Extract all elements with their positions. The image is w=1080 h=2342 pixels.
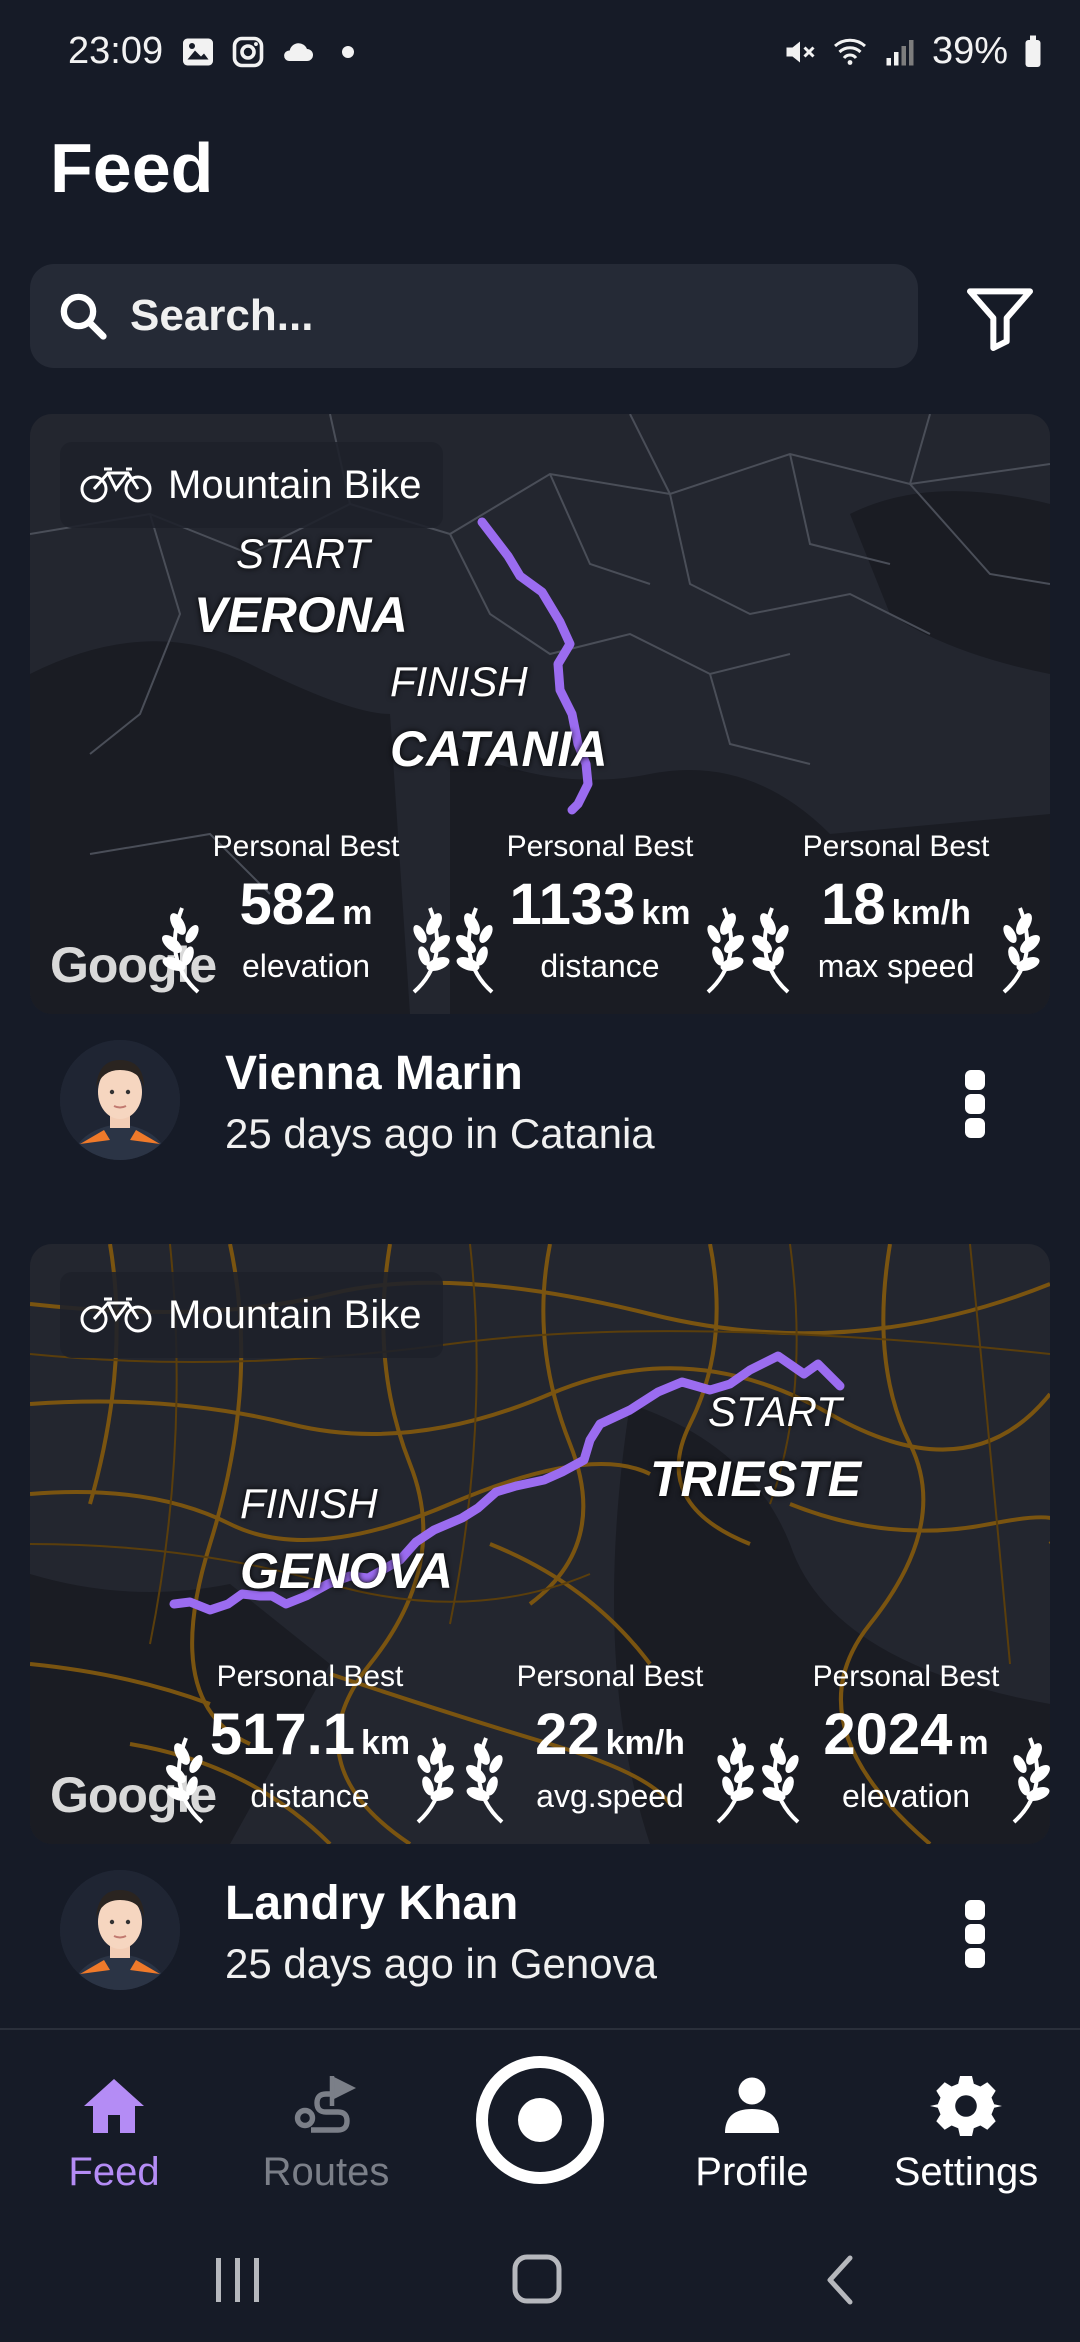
home-button-icon[interactable] <box>510 2252 566 2308</box>
finish-city: CATANIA <box>390 721 608 777</box>
finish-city: GENOVA <box>240 1543 453 1599</box>
laurel-icon <box>1012 1737 1050 1824</box>
system-status-icons: 39% <box>782 30 1044 73</box>
finish-label: FINISH <box>390 658 528 705</box>
home-icon <box>84 2079 144 2133</box>
stat-item: Personal Best 22 km/h avg.speed <box>460 1660 760 1824</box>
system-navigation-bar <box>0 2240 1080 2320</box>
recent-apps-icon[interactable] <box>210 2254 266 2306</box>
finish-label: FINISH <box>240 1480 378 1527</box>
laurel-icon <box>162 907 200 994</box>
user-name[interactable]: Vienna Marin <box>225 1046 523 1101</box>
stat-value: 517.1 <box>209 1702 355 1767</box>
search-input[interactable] <box>128 290 892 342</box>
more-options-icon[interactable] <box>955 1064 995 1144</box>
stat-value: 2024 <box>823 1702 953 1767</box>
laurel-icon <box>706 907 744 994</box>
bottom-navigation: Feed Routes Profile Settings <box>0 2028 1080 2342</box>
stat-value: 18 <box>821 872 886 937</box>
stat-unit: km <box>641 894 691 932</box>
back-icon[interactable] <box>820 2252 860 2308</box>
nav-feed[interactable]: Feed <box>14 2070 214 2195</box>
stat-badge: Personal Best <box>802 830 990 863</box>
stat-item: Personal Best 517.1 km distance <box>160 1660 460 1824</box>
signal-icon <box>886 39 914 65</box>
activity-type-chip: Mountain Bike <box>60 1272 444 1358</box>
start-city: TRIESTE <box>650 1451 862 1507</box>
activity-meta: 25 days ago in Catania <box>225 1110 655 1157</box>
stat-badge: Personal Best <box>216 1660 404 1693</box>
bike-icon <box>80 467 152 503</box>
user-name[interactable]: Landry Khan <box>225 1876 518 1931</box>
cloud-icon <box>284 43 313 61</box>
activity-card[interactable]: Mountain Bike START VERONA FINISH CATANI… <box>30 414 1050 1014</box>
avatar-image <box>60 1870 180 1990</box>
search-bar[interactable] <box>30 264 918 368</box>
stat-value: 22 <box>535 1702 600 1767</box>
stat-unit: m <box>958 1724 989 1762</box>
mute-icon <box>786 41 815 62</box>
stat-value: 582 <box>239 872 337 937</box>
stat-unit: km/h <box>891 894 971 932</box>
dot-icon <box>342 46 354 58</box>
nav-profile[interactable]: Profile <box>652 2070 852 2195</box>
record-dot-icon <box>518 2098 562 2142</box>
nav-settings-label: Settings <box>893 2150 1039 2194</box>
person-icon <box>725 2077 779 2133</box>
more-options-icon[interactable] <box>955 1894 995 1974</box>
laurel-icon <box>166 1737 204 1824</box>
nav-settings[interactable]: Settings <box>866 2070 1066 2195</box>
avatar-image <box>60 1040 180 1160</box>
start-label: START <box>708 1388 842 1435</box>
activity-card[interactable]: Mountain Bike START TRIESTE FINISH GENOV… <box>30 1244 1050 1844</box>
stat-item: Personal Best 582 m elevation <box>156 830 456 994</box>
instagram-icon <box>232 36 264 68</box>
gear-icon <box>930 2076 1002 2136</box>
status-time: 23:09 <box>68 30 164 72</box>
page-title: Feed <box>50 129 214 207</box>
bike-icon <box>80 1297 152 1333</box>
nav-profile-label: Profile <box>695 2150 809 2194</box>
record-button[interactable] <box>476 2056 604 2184</box>
wifi-icon <box>833 38 866 65</box>
route-icon <box>294 2076 356 2133</box>
stat-badge: Personal Best <box>212 830 400 863</box>
activity-type-label: Mountain Bike <box>168 462 422 507</box>
activity-type-chip: Mountain Bike <box>60 442 444 528</box>
activity-type-label: Mountain Bike <box>168 1292 422 1337</box>
laurel-icon <box>466 1737 504 1824</box>
status-bar: 23:09 39% <box>0 0 1080 110</box>
notification-icons <box>180 34 366 70</box>
stat-item: Personal Best 1133 km distance <box>450 830 750 994</box>
activity-author[interactable]: Landry Khan 25 days ago in Genova <box>0 1846 1080 2016</box>
battery-percent: 39% <box>931 30 1008 72</box>
start-label: START <box>236 530 370 577</box>
search-icon <box>60 293 107 340</box>
avatar[interactable] <box>60 1870 180 1990</box>
battery-icon <box>1025 35 1041 67</box>
stat-unit: m <box>342 894 373 932</box>
laurel-icon <box>456 907 494 994</box>
filter-icon[interactable] <box>960 278 1040 358</box>
laurel-icon <box>752 907 790 994</box>
start-city: VERONA <box>194 587 408 643</box>
nav-routes-label: Routes <box>262 2150 390 2194</box>
stat-badge: Personal Best <box>812 1660 1000 1693</box>
laurel-icon <box>416 1737 454 1824</box>
stat-unit: km/h <box>605 1724 685 1762</box>
activity-meta: 25 days ago in Genova <box>225 1940 657 1987</box>
nav-feed-label: Feed <box>68 2150 160 2194</box>
stat-value: 1133 <box>509 872 636 937</box>
laurel-icon <box>762 1737 800 1824</box>
laurel-icon <box>716 1737 754 1824</box>
nav-routes[interactable]: Routes <box>226 2070 426 2195</box>
stat-item: Personal Best 2024 m elevation <box>756 1660 1050 1824</box>
gallery-icon <box>183 38 213 66</box>
avatar[interactable] <box>60 1040 180 1160</box>
stat-item: Personal Best 18 km/h max speed <box>746 830 1046 994</box>
laurel-icon <box>1002 907 1040 994</box>
activity-author[interactable]: Vienna Marin 25 days ago in Catania <box>0 1016 1080 1186</box>
stat-badge: Personal Best <box>516 1660 704 1693</box>
stat-badge: Personal Best <box>506 830 694 863</box>
